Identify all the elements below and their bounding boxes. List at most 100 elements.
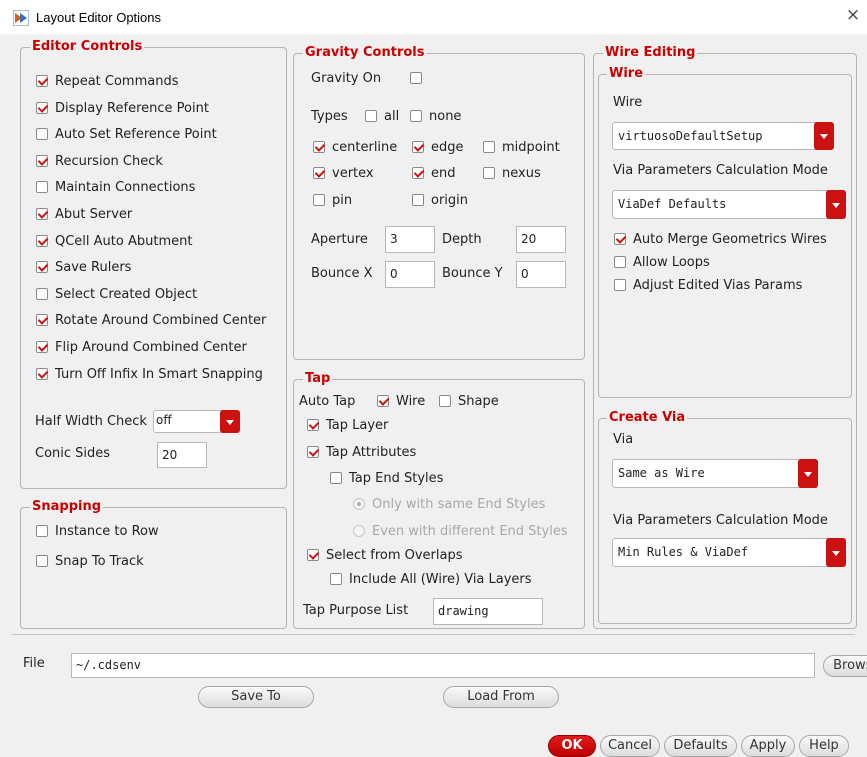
midpoint-checkbox[interactable]: [483, 141, 495, 153]
tap-end-styles-label: Tap End Styles: [349, 471, 444, 486]
create-via-calc-mode-label: Via Parameters Calculation Mode: [613, 513, 828, 528]
editor-option-label: QCell Auto Abutment: [55, 233, 193, 249]
gravity-controls-legend: Gravity Controls: [303, 45, 427, 60]
editor-option-label: Display Reference Point: [55, 100, 209, 116]
wire-select[interactable]: virtuosoDefaultSetup: [612, 122, 834, 150]
wire-select-value: virtuosoDefaultSetup: [618, 129, 763, 143]
create-via-calc-mode-select[interactable]: Min Rules & ViaDef: [612, 538, 846, 567]
bounce-x-input[interactable]: 0: [385, 261, 435, 288]
editor-option-checkbox[interactable]: [36, 75, 48, 87]
tap-purpose-list-label: Tap Purpose List: [303, 603, 409, 618]
wire-checkbox[interactable]: [377, 395, 389, 407]
half-width-check-select[interactable]: off: [153, 410, 240, 433]
close-icon[interactable]: ×: [842, 4, 864, 26]
aperture-label: Aperture: [311, 232, 368, 247]
editor-option-checkbox[interactable]: [36, 261, 48, 274]
chevron-down-icon[interactable]: [814, 122, 834, 150]
editor-option-checkbox[interactable]: [36, 341, 48, 353]
wire-label: Wire: [613, 95, 643, 110]
pin-label: pin: [332, 193, 353, 208]
bounce-y-input[interactable]: 0: [516, 261, 566, 288]
snapping-option-checkbox[interactable]: [36, 525, 48, 537]
editor-option-checkbox[interactable]: [36, 154, 48, 167]
editor-option-checkbox[interactable]: [36, 208, 48, 220]
allow-loops-label: Allow Loops: [633, 255, 710, 270]
create-via-legend: Create Via: [607, 410, 688, 425]
adjust-vias-checkbox[interactable]: [614, 279, 626, 291]
editor-option-label: Maintain Connections: [55, 180, 196, 196]
centerline-checkbox[interactable]: [313, 141, 325, 153]
even-different-end-styles-radio[interactable]: [353, 525, 365, 537]
include-all-via-checkbox[interactable]: [330, 573, 342, 585]
via-calc-mode-select[interactable]: ViaDef Defaults: [612, 190, 846, 219]
tap-layer-label: Tap Layer: [326, 418, 389, 433]
window-title: Layout Editor Options: [36, 10, 162, 25]
snapping-legend: Snapping: [30, 499, 104, 514]
half-width-check-label: Half Width Check: [35, 414, 147, 429]
tap-layer-checkbox[interactable]: [307, 419, 319, 431]
editor-option-label: Turn Off Infix In Smart Snapping: [55, 366, 263, 382]
end-checkbox[interactable]: [412, 167, 424, 179]
none-checkbox[interactable]: [410, 110, 422, 122]
chevron-down-icon[interactable]: [798, 459, 818, 488]
only-same-end-styles-radio[interactable]: [353, 498, 365, 510]
file-input[interactable]: ~/.cdsenv: [71, 653, 815, 678]
create-via-calc-mode-value: Min Rules & ViaDef: [618, 545, 749, 559]
snapping-option-label: Snap To Track: [55, 554, 144, 569]
shape-checkbox[interactable]: [439, 395, 451, 407]
editor-option-checkbox[interactable]: [36, 181, 48, 194]
chevron-down-icon[interactable]: [826, 190, 846, 219]
adjust-vias-label: Adjust Edited Vias Params: [633, 278, 803, 293]
load-from-button[interactable]: Load From: [443, 686, 559, 708]
chevron-down-icon[interactable]: [220, 410, 240, 433]
vertex-checkbox[interactable]: [313, 167, 325, 179]
editor-option-checkbox[interactable]: [36, 234, 48, 247]
conic-sides-label: Conic Sides: [35, 446, 111, 461]
all-checkbox[interactable]: [365, 110, 377, 122]
nexus-checkbox[interactable]: [483, 167, 495, 179]
end-label: end: [431, 166, 456, 181]
gravity-on-checkbox[interactable]: [410, 72, 422, 84]
editor-option-label: Save Rulers: [55, 260, 132, 276]
aperture-input[interactable]: 3: [385, 226, 435, 253]
editor-option-label: Repeat Commands: [55, 74, 179, 89]
chevron-down-icon[interactable]: [826, 538, 846, 567]
editor-option-checkbox[interactable]: [36, 287, 48, 300]
via-label: Via: [613, 432, 634, 447]
separator: [12, 634, 855, 635]
tap-purpose-list-input[interactable]: drawing: [433, 598, 543, 625]
auto-merge-label: Auto Merge Geometrics Wires: [633, 232, 827, 247]
depth-input[interactable]: 20: [516, 226, 566, 253]
conic-sides-input[interactable]: 20: [157, 442, 207, 468]
allow-loops-checkbox[interactable]: [614, 256, 626, 268]
save-to-button[interactable]: Save To: [198, 686, 314, 708]
wire-label: Wire: [396, 394, 426, 409]
centerline-label: centerline: [332, 140, 398, 155]
pin-checkbox[interactable]: [313, 194, 325, 206]
select-from-overlaps-checkbox[interactable]: [307, 549, 319, 561]
tap-attributes-checkbox[interactable]: [307, 446, 319, 458]
origin-checkbox[interactable]: [412, 194, 424, 206]
editor-option-label: Auto Set Reference Point: [55, 127, 217, 143]
via-select[interactable]: Same as Wire: [612, 459, 818, 488]
editor-option-label: Rotate Around Combined Center: [55, 313, 267, 329]
browse-button[interactable]: Browse...: [823, 655, 867, 677]
wire-subgroup-legend: Wire: [607, 66, 646, 81]
edge-checkbox[interactable]: [412, 141, 424, 153]
edge-label: edge: [431, 140, 464, 155]
bounce-x-label: Bounce X: [311, 266, 373, 281]
editor-option-checkbox[interactable]: [36, 314, 48, 327]
tap-end-styles-checkbox[interactable]: [330, 472, 342, 484]
editor-option-label: Flip Around Combined Center: [55, 340, 247, 355]
tap-legend: Tap: [303, 371, 333, 386]
editor-option-label: Select Created Object: [55, 286, 198, 302]
editor-option-checkbox[interactable]: [36, 367, 48, 380]
editor-option-checkbox[interactable]: [36, 128, 48, 141]
editor-option-checkbox[interactable]: [36, 101, 48, 114]
shape-label: Shape: [458, 394, 499, 409]
auto-merge-checkbox[interactable]: [614, 233, 626, 245]
snapping-option-checkbox[interactable]: [36, 555, 48, 567]
file-label: File: [23, 656, 45, 671]
editor-option-label: Recursion Check: [55, 153, 163, 169]
bounce-y-label: Bounce Y: [442, 266, 503, 281]
